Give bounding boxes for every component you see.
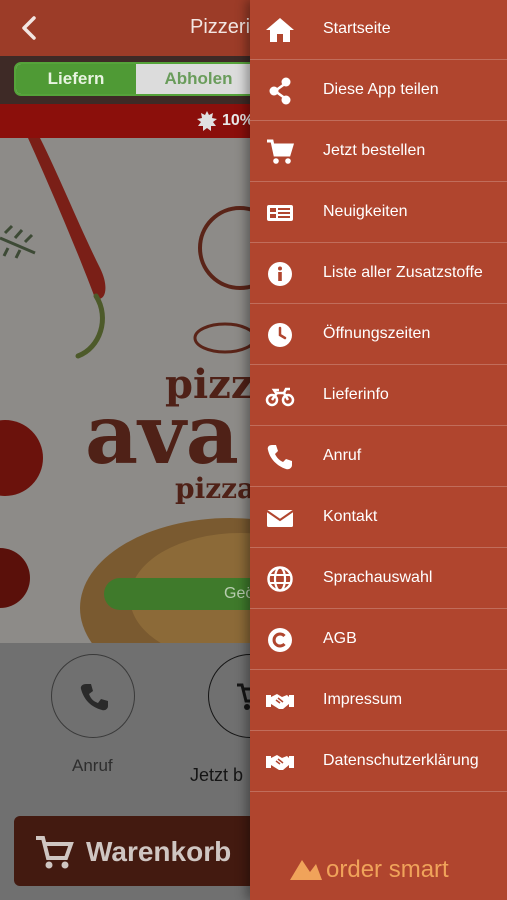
menu-item-terms[interactable]: AGB [250,610,507,670]
menu-item-label: Diese App teilen [323,81,439,98]
menu-item-label: Anruf [323,447,362,464]
badge-star-icon [197,111,217,131]
menu-item-label: Sprachauswahl [323,569,433,586]
order-mode-toggle: Liefern Abholen [14,62,259,96]
call-label: Anruf [72,756,113,775]
clock-icon [268,323,292,347]
menu-item-label: Lieferinfo [323,386,389,403]
news-icon [267,205,293,221]
menu-item-label: Datenschutzerklärung [323,752,479,769]
menu-item-order-now[interactable]: Jetzt bestellen [250,122,507,182]
menu-item-language[interactable]: Sprachauswahl [250,549,507,609]
menu-item-label: Liste aller Zusatzstoffe [323,264,483,281]
order-smart-logo [290,860,322,880]
copyright-icon [268,628,292,652]
brand-name: order smart [326,856,449,883]
logo-text-sub: pizza [175,472,255,505]
order-label: Jetzt b [190,765,244,785]
tab-delivery[interactable]: Liefern [16,64,136,94]
menu-item-startseite[interactable]: Startseite [250,0,507,60]
handshake-icon [266,755,294,770]
menu-item-label: Neuigkeiten [323,203,408,220]
opening-status-button[interactable]: Geö [104,578,274,610]
menu-item-news[interactable]: Neuigkeiten [250,183,507,243]
info-icon [268,262,292,286]
handshake-icon [266,694,294,709]
menu-item-share-app[interactable]: Diese App teilen [250,61,507,121]
menu-item-label: Startseite [323,20,391,37]
navigation-drawer: Startseite Diese App teilen Jetzt bestel… [250,0,507,900]
motorcycle-icon [265,387,295,407]
call-circle-button[interactable] [51,654,135,738]
share-icon [269,77,291,105]
phone-icon [80,684,108,711]
home-icon [266,18,294,42]
menu-item-label: Jetzt bestellen [323,142,426,159]
cart-label: Warenkorb [86,836,232,867]
cart-button[interactable]: Warenkorb [14,816,274,886]
menu-item-call[interactable]: Anruf [250,427,507,487]
phone-icon [267,445,292,470]
cart-icon [36,836,74,869]
menu-item-label: Öffnungszeiten [323,325,431,342]
menu-item-label: AGB [323,630,357,647]
menu-item-imprint[interactable]: Impressum [250,671,507,731]
menu-item-label: Impressum [323,691,403,708]
menu-item-privacy[interactable]: Datenschutzerklärung [250,732,507,792]
back-arrow-icon[interactable] [16,14,42,42]
menu-item-delivery-info[interactable]: Lieferinfo [250,366,507,426]
logo-text-main: ava [85,387,239,483]
tab-pickup[interactable]: Abholen [136,64,257,94]
envelope-icon [266,510,294,527]
menu-item-additives[interactable]: Liste aller Zusatzstoffe [250,244,507,304]
menu-item-opening-hours[interactable]: Öffnungszeiten [250,305,507,365]
globe-icon [267,566,293,592]
cart-icon [267,139,295,164]
menu-item-contact[interactable]: Kontakt [250,488,507,548]
page-title: Pizzeri [190,16,251,38]
menu-item-label: Kontakt [323,508,378,525]
